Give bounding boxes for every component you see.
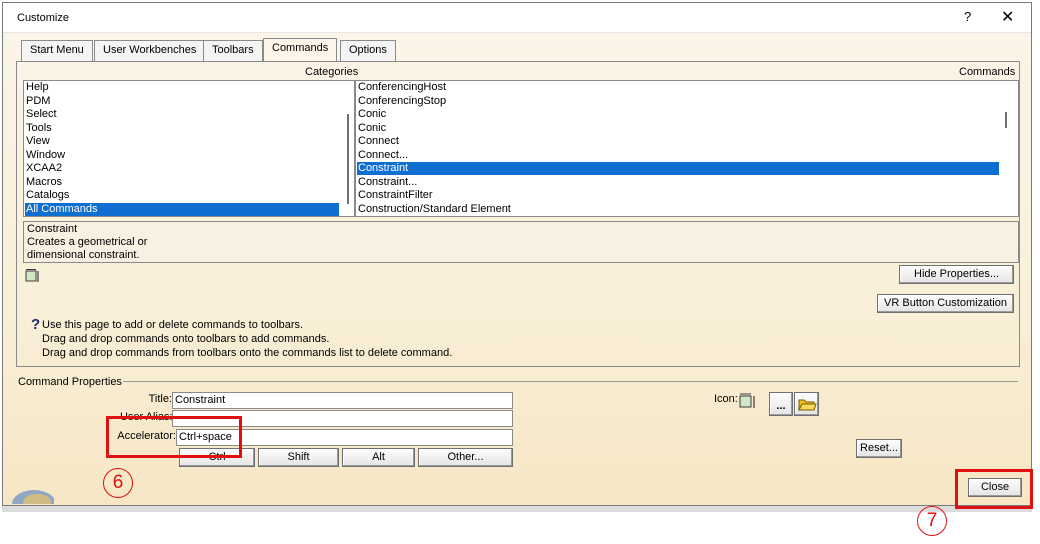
command-icon-preview: [739, 393, 755, 408]
categories-scroll-thumb[interactable]: [347, 114, 349, 204]
command-item[interactable]: Conic: [357, 108, 999, 121]
vr-button-customization-button[interactable]: VR Button Customization: [877, 294, 1014, 313]
tab-start-menu[interactable]: Start Menu: [21, 40, 93, 61]
other-button[interactable]: Other...: [418, 448, 513, 467]
title-bar: Customize ? ✕: [3, 3, 1031, 33]
info-line: Drag and drop commands onto toolbars to …: [42, 333, 330, 345]
close-highlight-box: [955, 469, 1033, 509]
category-item[interactable]: PDM: [25, 95, 339, 108]
open-folder-icon: [797, 399, 817, 411]
command-item[interactable]: Construction/Standard Element: [357, 203, 999, 216]
info-line: Drag and drop commands from toolbars ont…: [42, 347, 453, 359]
categories-scrollbar[interactable]: [344, 82, 352, 215]
commands-scrollbar[interactable]: [1002, 82, 1010, 215]
tab-toolbars[interactable]: Toolbars: [203, 40, 263, 61]
step-7-marker: 7: [917, 506, 947, 536]
description-line: Constraint: [27, 223, 78, 235]
category-item[interactable]: XCAA2: [25, 162, 339, 175]
icon-label: Icon:: [714, 393, 738, 405]
description-line: dimensional constraint.: [27, 249, 140, 261]
commands-scroll-thumb[interactable]: [1005, 112, 1007, 128]
commands-header: Commands: [959, 66, 1016, 78]
accelerator-highlight-box: [106, 416, 242, 458]
dialog-title: Customize: [17, 12, 69, 24]
command-item[interactable]: Constraint...: [357, 176, 999, 189]
title-field[interactable]: Constraint: [172, 392, 513, 409]
category-item[interactable]: Macros: [25, 176, 339, 189]
shift-button[interactable]: Shift: [258, 448, 339, 467]
tab-options[interactable]: Options: [340, 40, 396, 61]
command-item[interactable]: ConstraintFilter: [357, 189, 999, 202]
globe-logo-icon: [12, 490, 54, 504]
step-6-marker: 6: [103, 468, 133, 498]
category-item[interactable]: View: [25, 135, 339, 148]
info-line: Use this page to add or delete commands …: [42, 319, 304, 331]
reset-button[interactable]: Reset...: [856, 439, 902, 458]
browse-icon-button[interactable]: ...: [769, 392, 793, 416]
tab-user-workbenches[interactable]: User Workbenches: [94, 40, 206, 61]
command-properties-label: Command Properties: [18, 376, 122, 388]
command-item[interactable]: Conic: [357, 122, 999, 135]
ruler-strip: [2, 506, 1032, 512]
command-item[interactable]: ConferencingHost: [357, 81, 999, 94]
alt-button[interactable]: Alt: [342, 448, 415, 467]
constraint-icon: [25, 269, 39, 282]
category-item[interactable]: Select: [25, 108, 339, 121]
command-properties-divider: [123, 381, 1018, 382]
open-folder-button[interactable]: [794, 392, 819, 416]
command-item-selected[interactable]: Constraint: [357, 162, 999, 175]
help-button[interactable]: ?: [964, 9, 971, 24]
hide-properties-button[interactable]: Hide Properties...: [899, 265, 1014, 284]
category-item[interactable]: Catalogs: [25, 189, 339, 202]
title-label: Title:: [148, 393, 172, 405]
command-item[interactable]: Connect...: [357, 149, 999, 162]
commands-list[interactable]: ConferencingHost ConferencingStop Conic …: [355, 80, 1019, 217]
categories-list[interactable]: Help PDM Select Tools View Window XCAA2 …: [23, 80, 355, 217]
command-item[interactable]: Connect: [357, 135, 999, 148]
category-item[interactable]: Window: [25, 149, 339, 162]
tab-commands[interactable]: Commands: [263, 38, 338, 62]
command-description: Constraint Creates a geometrical or dime…: [23, 221, 1019, 263]
info-text: Use this page to add or delete commands …: [30, 318, 452, 360]
categories-header: Categories: [305, 66, 359, 78]
category-item[interactable]: Tools: [25, 122, 339, 135]
category-item[interactable]: Help: [25, 81, 339, 94]
description-line: Creates a geometrical or: [27, 236, 148, 248]
close-window-button[interactable]: ✕: [1001, 7, 1014, 27]
category-item-selected[interactable]: All Commands: [25, 203, 339, 216]
command-item[interactable]: ConferencingStop: [357, 95, 999, 108]
